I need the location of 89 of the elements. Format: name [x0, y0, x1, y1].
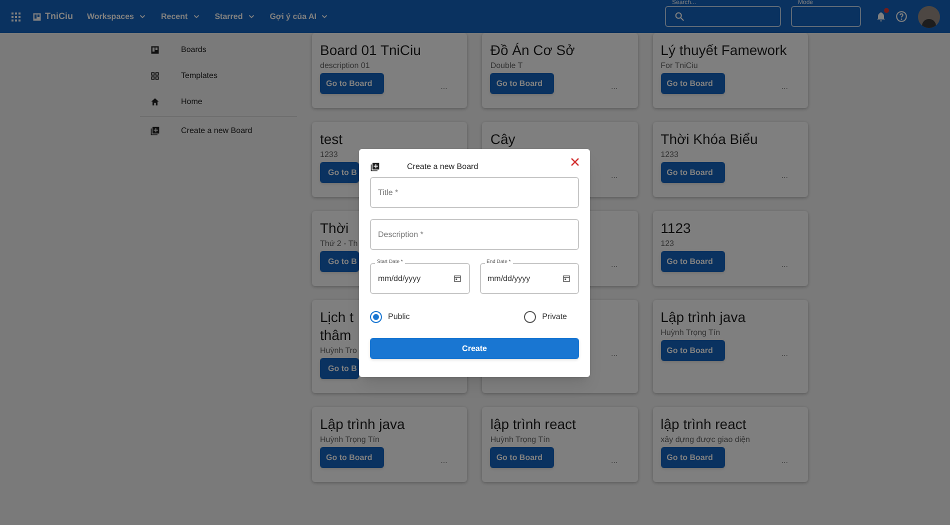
close-icon[interactable]	[569, 156, 581, 168]
chevron-down-icon	[138, 12, 147, 21]
notification-badge	[884, 8, 889, 13]
brand-name[interactable]: TniCiu	[45, 10, 73, 24]
menu-button[interactable]: Workspaces	[87, 10, 147, 22]
home-icon	[150, 97, 160, 107]
menu-button[interactable]: Gợi ý của AI	[270, 10, 330, 22]
search-icon	[674, 11, 685, 22]
calendar-icon[interactable]	[452, 274, 462, 283]
text-input[interactable]: Title *	[370, 177, 579, 208]
sidebar-item[interactable]: Boards	[140, 37, 297, 63]
sidebar-item[interactable]: Templates	[140, 63, 297, 89]
calendar-icon[interactable]	[562, 274, 571, 283]
card-description: 1233	[320, 150, 339, 160]
card-description: 1233	[660, 150, 680, 160]
card-title: Cây	[490, 130, 516, 148]
create-button[interactable]: Create	[370, 338, 579, 359]
go-to-board-button[interactable]: Go to B	[320, 251, 359, 272]
go-to-board-button[interactable]: Go to Board	[660, 162, 725, 183]
go-to-board-button[interactable]: Go to Board	[660, 73, 725, 94]
card-description: description 01	[320, 61, 371, 71]
radio-label[interactable]: Public	[388, 311, 410, 323]
chevron-down-icon	[192, 12, 201, 21]
menu-button[interactable]: Starred	[214, 10, 256, 22]
go-to-board-button[interactable]: Go to Board	[660, 447, 725, 468]
help-icon[interactable]	[895, 10, 908, 23]
bell-icon[interactable]	[875, 10, 887, 23]
avatar[interactable]	[918, 6, 940, 28]
more-button[interactable]: ...	[781, 348, 788, 360]
menu-button[interactable]: Recent	[161, 10, 201, 22]
board-icon	[150, 45, 160, 55]
text-input[interactable]: Description *	[370, 219, 579, 250]
card-title: Lịch t thâm	[320, 308, 354, 344]
apps-icon[interactable]	[10, 10, 22, 22]
add-box-icon	[370, 162, 380, 172]
go-to-board-button[interactable]: Go to B	[320, 358, 359, 379]
card-title: Lập trình java	[660, 308, 746, 326]
more-button[interactable]: ...	[781, 258, 788, 270]
card-title: Board 01 TniCiu	[320, 41, 421, 59]
more-button[interactable]: ...	[610, 348, 618, 360]
card-title: Thời	[320, 219, 349, 237]
card-description: Huỳnh Tro	[320, 346, 358, 356]
card-title: lập trình react	[490, 415, 576, 433]
card-description: xây dựng được giao diện	[660, 435, 751, 445]
card-title: lập trình react	[660, 415, 746, 433]
go-to-board-button[interactable]: Go to B	[320, 162, 359, 183]
chevron-down-icon	[320, 12, 330, 21]
radio-button[interactable]	[370, 311, 382, 323]
date-field[interactable]: mm/dd/yyyy	[480, 263, 579, 294]
go-to-board-button[interactable]: Go to Board	[660, 251, 725, 272]
dialog-title: Create a new Board	[407, 161, 478, 173]
card-title: Thời Khóa Biểu	[660, 130, 758, 148]
card-description: Huỳnh Trọng Tín	[320, 435, 380, 445]
go-to-board-button[interactable]: Go to Board	[490, 73, 554, 94]
more-button[interactable]: ...	[610, 454, 618, 466]
go-to-board-button[interactable]: Go to Board	[320, 73, 384, 94]
card-title: Lý thuyết Famework	[660, 41, 787, 59]
date-field[interactable]: mm/dd/yyyy	[370, 263, 470, 294]
more-button[interactable]: ...	[440, 80, 448, 92]
board-icon	[32, 12, 42, 22]
more-button[interactable]: ...	[610, 170, 618, 182]
more-button[interactable]: ...	[610, 80, 618, 92]
more-button[interactable]: ...	[781, 170, 788, 182]
card-description: Thứ 2 - Th	[320, 239, 359, 249]
radio-button[interactable]	[524, 311, 536, 323]
card-title: 1123	[660, 219, 691, 237]
more-button[interactable]: ...	[781, 80, 788, 92]
go-to-board-button[interactable]: Go to Board	[320, 447, 384, 468]
mode-select[interactable]	[791, 6, 861, 27]
card-title: Lập trình java	[320, 415, 405, 433]
chevron-down-icon	[246, 12, 256, 21]
add-box-icon	[150, 126, 160, 136]
card-description: Double T	[490, 61, 524, 71]
sidebar-item[interactable]: Create a new Board	[140, 118, 297, 144]
card-description: For TniCiu	[660, 61, 699, 71]
more-button[interactable]: ...	[781, 454, 788, 466]
card-description: 123	[660, 239, 676, 249]
go-to-board-button[interactable]: Go to Board	[660, 340, 725, 361]
card-description: Huỳnh Trọng Tín	[660, 328, 722, 338]
go-to-board-button[interactable]: Go to Board	[490, 447, 554, 468]
sidebar-item[interactable]: Home	[140, 89, 297, 115]
more-button[interactable]: ...	[440, 454, 448, 466]
grid-icon	[150, 71, 160, 81]
card-description: Huỳnh Trọng Tín	[490, 435, 551, 445]
card-title: test	[320, 130, 343, 148]
card-title: Đồ Án Cơ Sở	[490, 41, 575, 59]
radio-label[interactable]: Private	[542, 311, 567, 323]
search-field[interactable]	[665, 6, 781, 27]
more-button[interactable]: ...	[610, 258, 618, 270]
